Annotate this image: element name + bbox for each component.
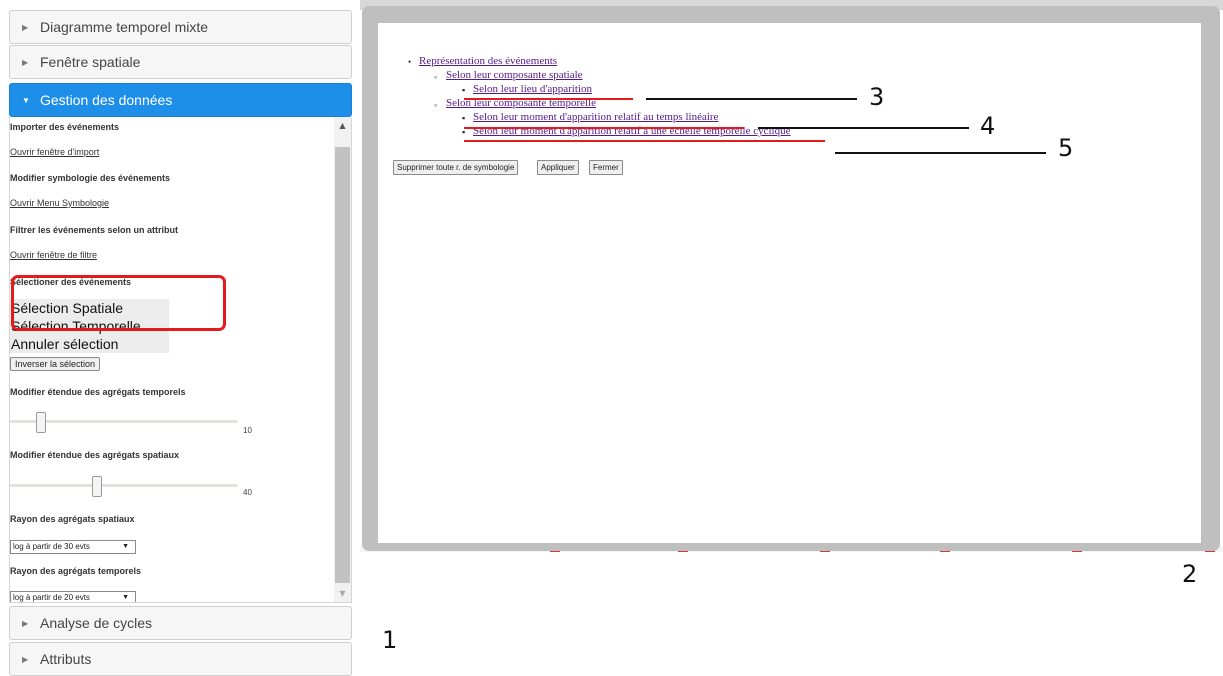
import-label: Importer des événements	[10, 122, 120, 132]
spatial-extent-track[interactable]	[10, 484, 238, 487]
scroll-up-icon[interactable]: ▲	[334, 119, 351, 133]
accordion-label: Fenêtre spatiale	[40, 54, 141, 70]
accordion-label: Analyse de cycles	[40, 615, 153, 631]
close-button[interactable]: Fermer	[589, 160, 623, 175]
spatial-radius-value: log à partir de 30 evts	[13, 542, 90, 551]
spatial-radius-label: Rayon des agrégats spatiaux	[10, 514, 135, 524]
tree-item-linear[interactable]: Selon leur moment d'apparition relatif a…	[473, 111, 718, 123]
temporal-extent-value: 10	[243, 426, 252, 435]
temporal-extent-label: Modifier étendue des agrégats temporels	[10, 387, 186, 397]
temporal-extent-thumb[interactable]	[36, 412, 46, 433]
bullet-square-icon: ▪	[462, 113, 466, 123]
annotation-number-1: 1	[382, 626, 398, 654]
spatial-radius-select[interactable]: log à partir de 30 evts ▼	[10, 540, 136, 554]
spatial-extent-label: Modifier étendue des agrégats spatiaux	[10, 450, 180, 460]
bullet-circle-icon: ◦	[434, 72, 438, 82]
bullet-circle-icon: ◦	[434, 100, 438, 110]
annotation-number-2: 2	[1182, 560, 1198, 588]
bullet-icon: •	[408, 57, 412, 67]
accordion-label: Attributs	[40, 651, 92, 667]
tree-item-spatial[interactable]: Selon leur composante spatiale	[446, 69, 583, 81]
tree-item-place[interactable]: Selon leur lieu d'apparition	[473, 83, 592, 95]
delete-symbology-button[interactable]: Supprimer toute r. de symbologie	[393, 160, 519, 175]
triangle-right-icon: ▶	[22, 619, 29, 629]
triangle-down-icon: ▼	[22, 96, 30, 106]
annotation-number-3: 3	[869, 83, 885, 111]
filter-label: Filtrer les événements selon un attribut	[10, 225, 179, 235]
triangle-right-icon: ▶	[22, 23, 29, 33]
invert-selection-button[interactable]: Inverser la sélection	[10, 357, 101, 371]
accordion-header-fenetre-spatiale[interactable]: ▶ Fenêtre spatiale	[9, 45, 352, 79]
symbology-label: Modifier symbologie des événements	[10, 173, 171, 183]
panel-scrollbar[interactable]: ▲ ▼	[334, 117, 351, 602]
accordion-label: Gestion des données	[40, 92, 173, 108]
panel-content: Importer des événements Ouvrir fenêtre d…	[10, 117, 335, 602]
symbology-modal-content: • Représentation des événements ◦ Selon …	[378, 23, 1201, 543]
dropdown-arrow-icon: ▼	[122, 543, 129, 550]
accordion-header-gestion-donnees[interactable]: ▼ Gestion des données	[9, 83, 352, 117]
triangle-right-icon: ▶	[22, 655, 29, 665]
red-underline-place	[464, 98, 633, 100]
dropdown-arrow-icon: ▼	[122, 594, 129, 601]
tree-item-root[interactable]: Représentation des événements	[419, 55, 557, 67]
gestion-donnees-panel: Importer des événements Ouvrir fenêtre d…	[9, 117, 352, 603]
annotation-line-4	[758, 127, 969, 129]
scroll-down-icon[interactable]: ▼	[334, 587, 351, 601]
import-link[interactable]: Ouvrir fenêtre d'import	[10, 147, 99, 157]
spatial-extent-value: 40	[243, 488, 252, 497]
selection-option-cancel[interactable]: Annuler sélection	[10, 335, 169, 353]
accordion-header-analyse-cycles[interactable]: ▶ Analyse de cycles	[9, 606, 352, 640]
triangle-right-icon: ▶	[22, 58, 29, 68]
filter-link[interactable]: Ouvrir fenêtre de filtre	[10, 250, 97, 260]
annotation-number-5: 5	[1058, 134, 1074, 162]
scroll-thumb[interactable]	[335, 147, 350, 583]
annotation-line-5	[835, 152, 1046, 154]
red-underline-linear	[464, 127, 744, 129]
accordion-label: Diagramme temporel mixte	[40, 19, 209, 35]
bullet-square-icon: ▪	[462, 85, 466, 95]
temporal-radius-label: Rayon des agrégats temporels	[10, 566, 142, 576]
accordion-header-diagramme-temporel[interactable]: ▶ Diagramme temporel mixte	[9, 10, 352, 44]
spatial-extent-thumb[interactable]	[92, 476, 102, 497]
temporal-radius-value: log à partir de 20 evts	[13, 593, 90, 602]
temporal-radius-select[interactable]: log à partir de 20 evts ▼	[10, 591, 136, 602]
symbology-modal: • Représentation des événements ◦ Selon …	[362, 6, 1220, 551]
symbology-link[interactable]: Ouvrir Menu Symbologie	[10, 198, 109, 208]
annotation-number-4: 4	[980, 112, 996, 140]
highlight-box	[11, 275, 226, 331]
apply-button[interactable]: Appliquer	[537, 160, 579, 175]
annotation-line-3	[646, 98, 857, 100]
accordion-header-attributs[interactable]: ▶ Attributs	[9, 642, 352, 676]
red-underline-cyclic	[464, 140, 825, 142]
